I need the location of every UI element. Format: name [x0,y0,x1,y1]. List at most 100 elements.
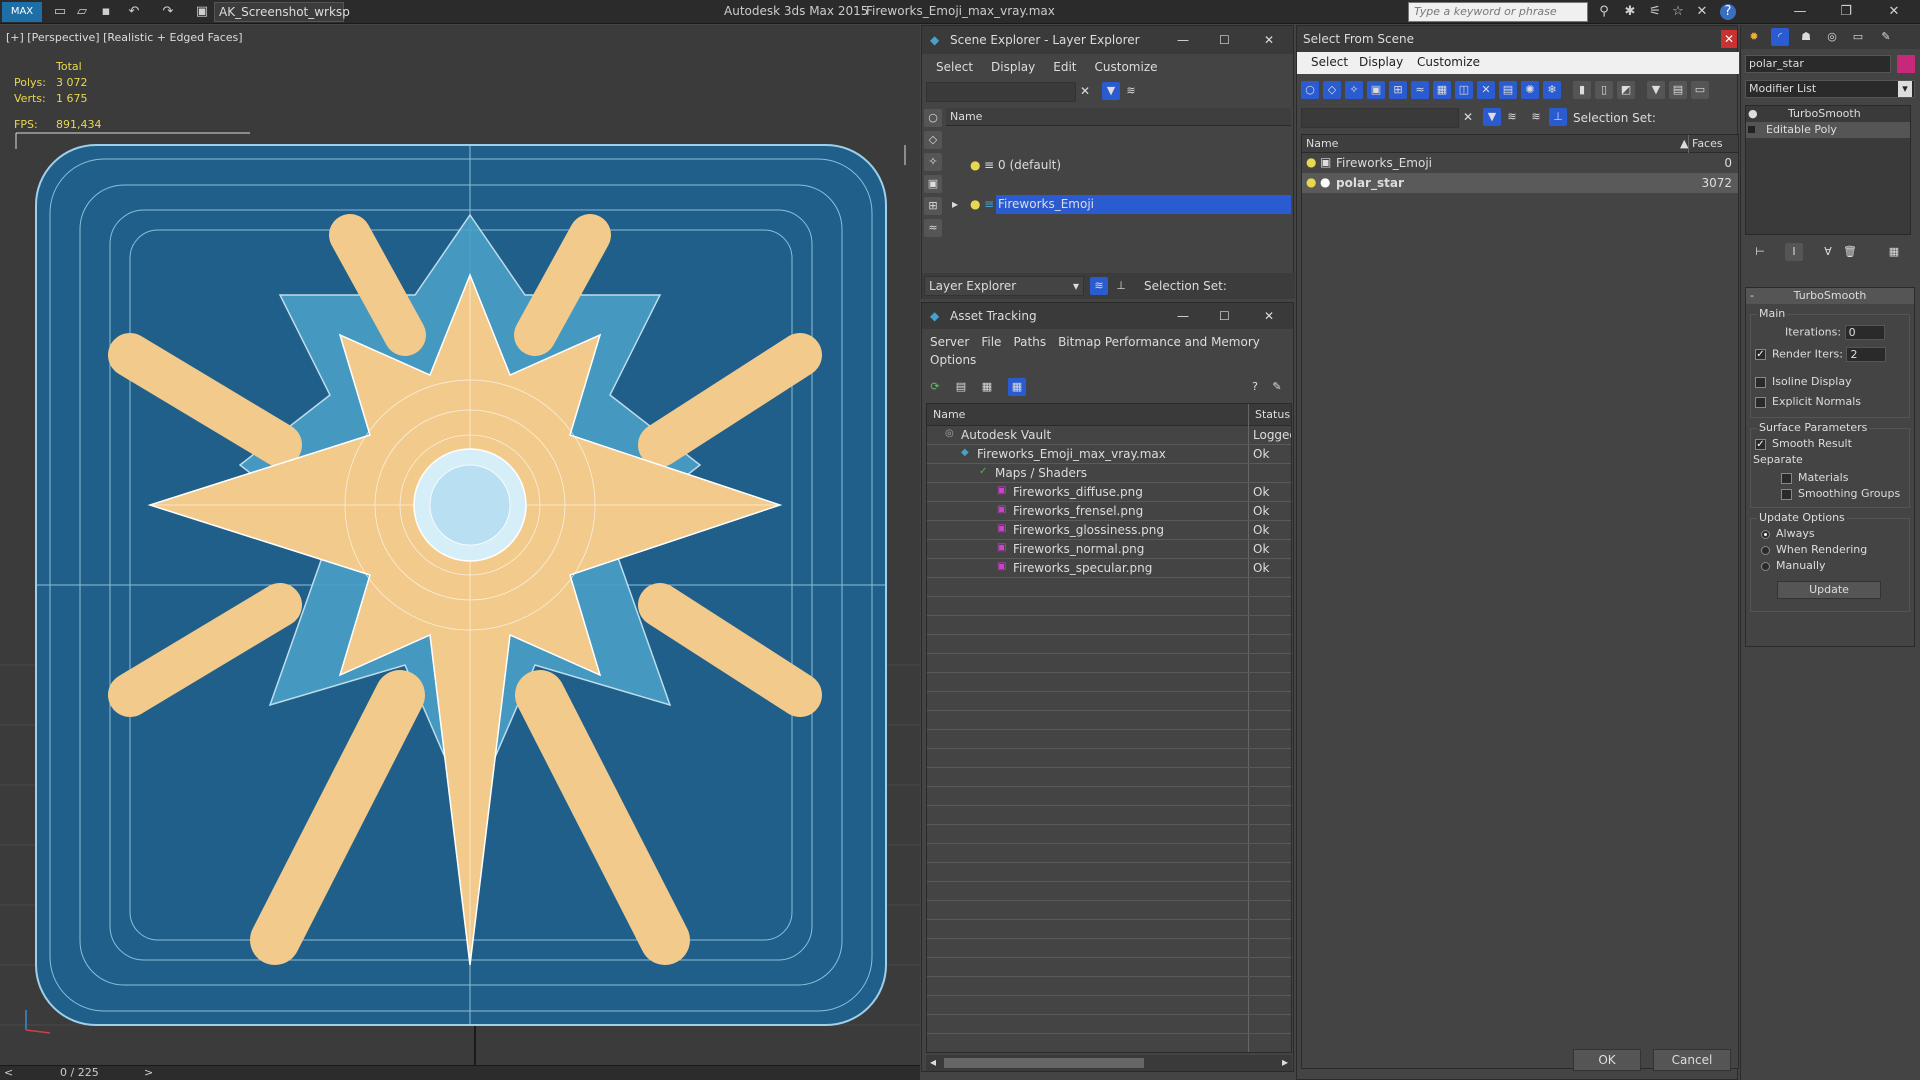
exchange-icon[interactable]: ✕ [1692,2,1712,22]
ok-button[interactable]: OK [1573,1049,1641,1071]
light-bulb-icon[interactable]: ● [970,158,980,172]
lights-filter-icon[interactable]: ✧ [1345,81,1363,99]
layer-stack-icon[interactable]: ≋ [1503,108,1521,126]
asset-row[interactable]: ◎ Autodesk Vault Logged [927,426,1291,445]
modifier-list-select[interactable]: Modifier List ▾ [1745,80,1915,98]
object-row[interactable]: ● ▣ Fireworks_Emoji 0 [1302,153,1738,173]
utilities-tab-icon[interactable]: ✎ [1877,28,1895,46]
light-bulb-icon[interactable]: ● [1748,106,1758,122]
modify-tab-icon[interactable]: ◜ [1771,28,1789,46]
update-button[interactable]: Update [1777,581,1881,599]
asset-row[interactable]: ▣ Fireworks_glossiness.png Ok [927,521,1291,540]
scene-explorer-header[interactable]: Name [946,108,1291,126]
shapes-filter-icon[interactable]: ◇ [1323,81,1341,99]
asset-row[interactable] [927,844,1291,863]
object-row-selected[interactable]: ● ● polar_star 3072 [1302,173,1738,193]
asset-row[interactable] [927,692,1291,711]
groups-filter-icon[interactable]: ▦ [1433,81,1451,99]
asset-row[interactable] [927,920,1291,939]
menu-select[interactable]: Select [936,60,973,74]
helpers-filter-icon[interactable]: ⊞ [1389,81,1407,99]
project-folder-icon[interactable]: ▣ [192,2,212,22]
asset-row[interactable] [927,787,1291,806]
display-spacewarps-icon[interactable]: ≈ [924,219,942,237]
object-list-header[interactable]: Name ▲ Faces [1302,135,1738,153]
menu-customize[interactable]: Customize [1095,60,1158,74]
asset-row[interactable] [927,730,1291,749]
cancel-button[interactable]: Cancel [1653,1049,1731,1071]
close-icon[interactable]: ✕ [1264,26,1274,54]
hierarchy-view-icon[interactable]: ⊥ [1549,108,1567,126]
light-bulb-icon[interactable]: ● [970,197,980,211]
menu-select[interactable]: Select [1311,55,1348,69]
xrefs-filter-icon[interactable]: ◫ [1455,81,1473,99]
isoline-checkbox[interactable] [1755,376,1766,388]
asset-row[interactable] [927,863,1291,882]
smoothing-groups-checkbox[interactable] [1781,488,1792,500]
asset-row[interactable] [927,616,1291,635]
display-tab-icon[interactable]: ▭ [1849,28,1867,46]
scene-explorer-search-input[interactable] [926,82,1076,102]
scroll-left-icon[interactable]: ◂ [930,1055,936,1069]
scene-explorer-titlebar[interactable]: ◆ Scene Explorer - Layer Explorer — ☐ ✕ [922,26,1293,54]
time-prev-icon[interactable]: < [4,1066,13,1079]
asset-row[interactable] [927,749,1291,768]
object-name-input[interactable]: polar_star [1745,55,1891,73]
asset-row[interactable]: ▣ Fireworks_diffuse.png Ok [927,483,1291,502]
asset-row[interactable] [927,673,1291,692]
minimize-icon[interactable]: — [1790,2,1810,22]
asset-row[interactable] [927,882,1291,901]
asset-row[interactable] [927,806,1291,825]
filter-icon[interactable]: ▼ [1102,82,1120,100]
rollout-header[interactable]: - TurboSmooth [1746,288,1914,304]
help-icon[interactable]: ? [1720,4,1736,20]
menu-bitmap-performance[interactable]: Bitmap Performance and Memory [1058,335,1260,349]
undo-icon[interactable]: ↶ [124,2,144,22]
filter-icon[interactable]: ▼ [1483,108,1501,126]
select-none-filter-icon[interactable]: ▯ [1595,81,1613,99]
asset-row[interactable] [927,977,1291,996]
filter-filter-icon[interactable]: ▼ [1647,81,1665,99]
close-icon[interactable]: ✕ [1721,30,1737,48]
clear-search-icon[interactable]: ✕ [1080,84,1090,98]
display-helpers-icon[interactable]: ⊞ [924,197,942,215]
show-end-result-icon[interactable]: I [1785,243,1803,261]
layer-view-icon[interactable]: ≋ [1090,277,1108,295]
asset-row[interactable] [927,958,1291,977]
object-color-swatch[interactable] [1897,55,1915,73]
select-all-filter-icon[interactable]: ▮ [1573,81,1591,99]
modifier-stack-item[interactable]: Editable Poly [1746,122,1910,138]
asset-row[interactable]: ◆ Fireworks_Emoji_max_vray.max Ok [927,445,1291,464]
asset-row[interactable]: ▣ Fireworks_specular.png Ok [927,559,1291,578]
invert-filter-icon[interactable]: ◩ [1617,81,1635,99]
menu-options[interactable]: Options [930,353,976,367]
containers-filter-icon[interactable]: ▤ [1499,81,1517,99]
sort-filter-icon[interactable]: ▤ [1669,81,1687,99]
close-icon[interactable]: ✕ [1884,2,1904,22]
redo-icon[interactable]: ↷ [158,2,178,22]
configure-sets-icon[interactable]: ▦ [1885,243,1903,261]
asset-row[interactable]: ✓ Maps / Shaders [927,464,1291,483]
display-cameras-icon[interactable]: ▣ [924,175,942,193]
collapse-filter-icon[interactable]: ▭ [1691,81,1709,99]
app-logo-icon[interactable]: MAX [2,2,42,22]
layer-view-icon[interactable]: ≋ [1527,108,1545,126]
menu-display[interactable]: Display [991,60,1035,74]
select-search-input[interactable] [1301,108,1459,128]
explorer-type-select[interactable]: Layer Explorer ▾ [924,276,1084,296]
table-view-icon[interactable]: ▦ [1008,378,1026,396]
expand-arrow-icon[interactable]: ▸ [952,197,958,211]
maximize-icon[interactable]: ☐ [1219,26,1230,54]
explicit-normals-checkbox[interactable] [1755,396,1766,408]
asset-row[interactable] [927,996,1291,1015]
remove-modifier-icon[interactable]: 🗑 [1841,243,1859,261]
refresh-icon[interactable]: ⟳ [926,378,944,396]
always-radio[interactable] [1761,529,1770,539]
maximize-icon[interactable]: ☐ [1219,303,1230,329]
menu-server[interactable]: Server [930,335,969,349]
minimize-icon[interactable]: — [1177,26,1189,54]
smooth-result-checkbox[interactable]: ✓ [1755,438,1766,450]
help-icon[interactable]: ? [1246,378,1264,396]
restore-icon[interactable]: ❐ [1836,2,1856,22]
frozen-filter-icon[interactable]: ❄ [1543,81,1561,99]
